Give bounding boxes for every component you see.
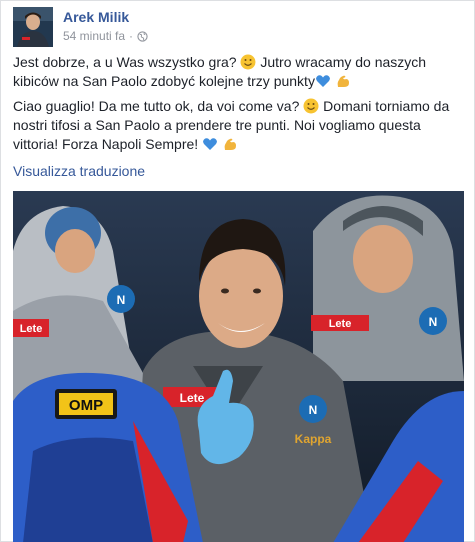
jacket-brand: Kappa	[295, 432, 332, 446]
post-text-polish: Jest dobrze, a u Was wszystko gra? Jutro…	[13, 53, 461, 91]
svg-text:N: N	[117, 293, 126, 307]
timestamp[interactable]: 54 minuti fa	[63, 29, 125, 43]
blue-heart-icon	[316, 75, 330, 87]
avatar[interactable]	[13, 7, 53, 47]
post-text-it-1: Ciao guaglio! Da me tutto ok, da voi com…	[13, 98, 300, 114]
post-header: Arek Milik 54 minuti fa ·	[13, 7, 453, 47]
sponsor-label-right: Lete	[329, 318, 352, 330]
facebook-post: Arek Milik 54 minuti fa · Jest dobrze, a…	[0, 0, 475, 542]
smile-emoji-icon	[240, 54, 256, 70]
post-meta: 54 minuti fa ·	[63, 29, 148, 43]
photo-illustration: N Lete Lete N Lete N Kappa OMP	[13, 191, 464, 542]
svg-text:N: N	[309, 403, 318, 417]
post-photo[interactable]: N Lete Lete N Lete N Kappa OMP	[13, 191, 464, 542]
flexed-biceps-icon	[337, 75, 349, 87]
post-body: Jest dobrze, a u Was wszystko gra? Jutro…	[13, 53, 461, 160]
meta-separator: ·	[129, 29, 134, 43]
seat-brand: OMP	[69, 397, 103, 414]
sponsor-label-left: Lete	[20, 323, 43, 335]
author-name[interactable]: Arek Milik	[63, 9, 129, 25]
blue-heart-icon	[203, 138, 217, 150]
flexed-biceps-icon	[224, 138, 236, 150]
see-translation-link[interactable]: Visualizza traduzione	[13, 163, 145, 179]
sponsor-label-main: Lete	[180, 391, 205, 405]
avatar-image	[13, 7, 53, 47]
globe-icon[interactable]	[137, 30, 148, 42]
post-text-pl-1: Jest dobrze, a u Was wszystko gra?	[13, 54, 237, 70]
smile-emoji-icon	[303, 98, 319, 114]
post-text-italian: Ciao guaglio! Da me tutto ok, da voi com…	[13, 97, 461, 154]
svg-text:N: N	[429, 315, 438, 329]
